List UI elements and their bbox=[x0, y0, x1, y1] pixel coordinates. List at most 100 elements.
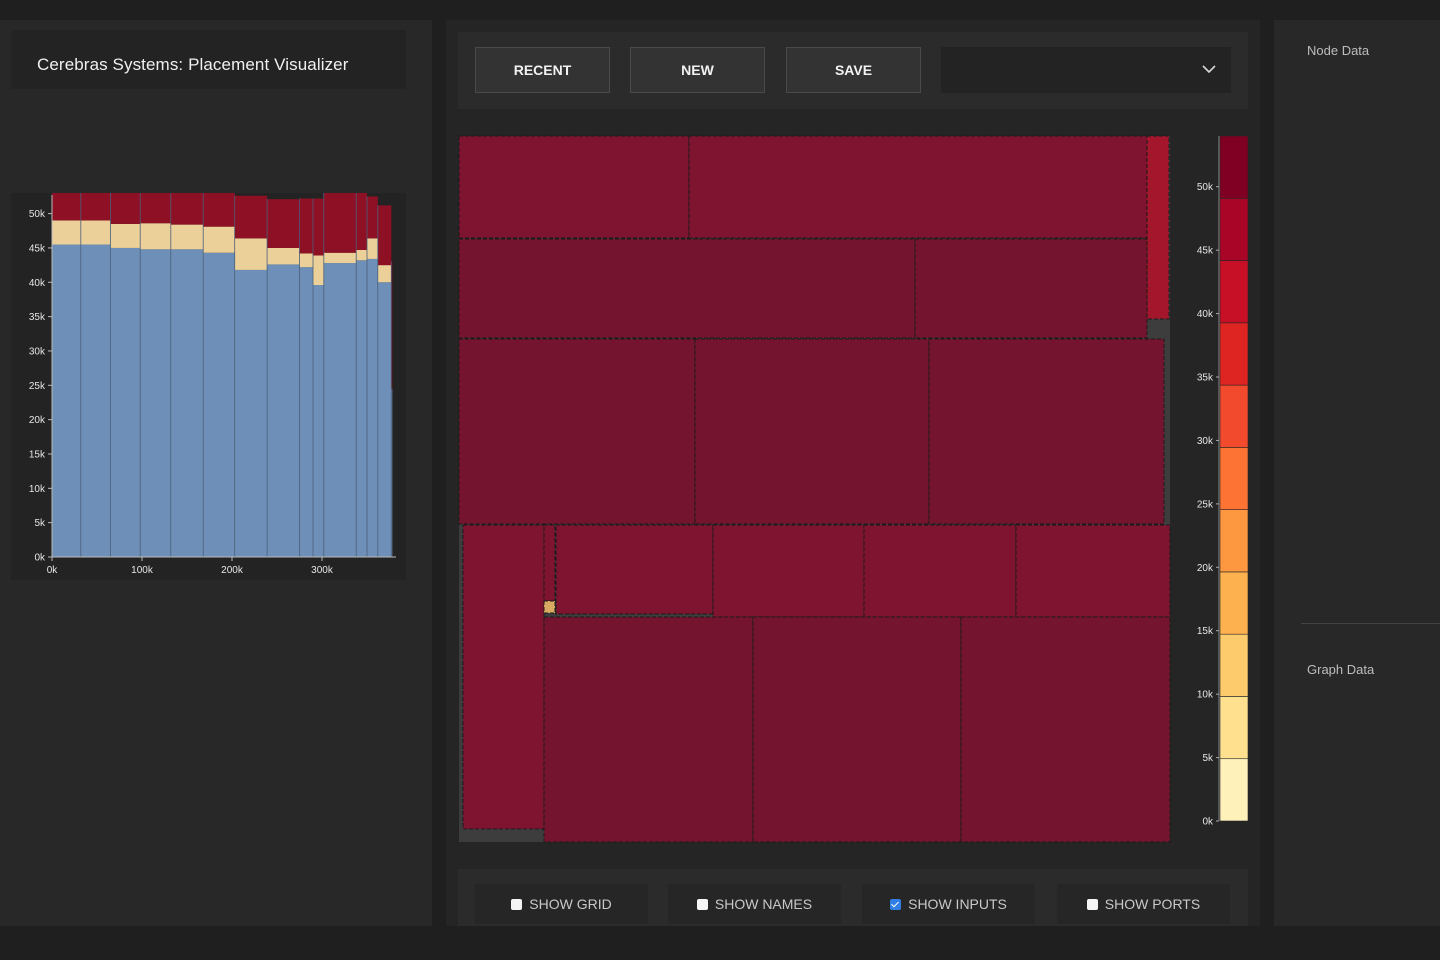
placement-node[interactable] bbox=[544, 525, 555, 601]
placement-node[interactable] bbox=[713, 525, 864, 617]
hist-bar bbox=[313, 255, 324, 285]
new-button[interactable]: NEW bbox=[630, 47, 765, 93]
color-scale-tick-label: 10k bbox=[1197, 690, 1214, 701]
placement-node[interactable] bbox=[463, 525, 544, 829]
hist-bar bbox=[52, 193, 81, 220]
hist-bar bbox=[140, 249, 171, 557]
hist-bar bbox=[203, 227, 235, 253]
hist-bar bbox=[235, 270, 267, 557]
right-panel: Node Data Graph Data bbox=[1274, 20, 1440, 926]
color-scale-bin bbox=[1220, 634, 1248, 696]
color-scale-bin bbox=[1220, 323, 1248, 385]
color-scale-tick-label: 50k bbox=[1197, 182, 1214, 193]
color-scale-bin bbox=[1220, 759, 1248, 821]
hist-bar bbox=[356, 260, 367, 557]
hist-bar bbox=[267, 264, 299, 557]
hist-bar bbox=[203, 193, 235, 227]
color-scale-bin bbox=[1220, 572, 1248, 634]
chevron-down-icon bbox=[1201, 61, 1217, 77]
node-data-title: Node Data bbox=[1307, 43, 1369, 58]
hist-bar bbox=[356, 250, 367, 260]
color-scale-bin bbox=[1220, 510, 1248, 572]
color-scale-bin bbox=[1220, 385, 1248, 447]
color-scale-bin bbox=[1220, 261, 1248, 323]
show-inputs-checkbox[interactable] bbox=[890, 899, 901, 910]
placement-node[interactable] bbox=[544, 601, 555, 613]
center-panel: 0k5k10k15k20k25k30k35k40k45k50k RECENT N… bbox=[446, 20, 1260, 926]
x-tick-label: 100k bbox=[131, 565, 154, 576]
placement-node[interactable] bbox=[1147, 136, 1169, 319]
hist-bar bbox=[356, 193, 367, 250]
color-scale-tick-label: 40k bbox=[1197, 309, 1214, 320]
color-scale-bin bbox=[1220, 696, 1248, 758]
color-scale-tick-label: 0k bbox=[1202, 817, 1214, 828]
color-scale-tick-label: 35k bbox=[1197, 373, 1214, 384]
show-ports-checkbox[interactable] bbox=[1087, 899, 1098, 910]
placement-node[interactable] bbox=[544, 617, 753, 842]
x-tick-label: 200k bbox=[221, 565, 244, 576]
show-grid-checkbox[interactable] bbox=[511, 899, 522, 910]
x-tick-label: 0k bbox=[47, 565, 59, 576]
hist-bar bbox=[378, 282, 392, 557]
hist-bar bbox=[300, 253, 314, 267]
save-button[interactable]: SAVE bbox=[786, 47, 921, 93]
hist-bar bbox=[171, 193, 203, 225]
placement-node[interactable] bbox=[864, 525, 1016, 617]
placement-svg: 0k5k10k15k20k25k30k35k40k45k50k bbox=[446, 20, 1260, 926]
show-names-toggle[interactable]: SHOW NAMES bbox=[668, 884, 841, 924]
placement-view: 0k5k10k15k20k25k30k35k40k45k50k bbox=[446, 20, 1260, 926]
placement-node[interactable] bbox=[459, 239, 915, 338]
y-tick-label: 0k bbox=[34, 553, 46, 564]
hist-bar bbox=[140, 223, 171, 249]
placement-node[interactable] bbox=[556, 525, 713, 614]
placement-node[interactable] bbox=[1016, 525, 1170, 617]
placement-node[interactable] bbox=[753, 617, 961, 842]
y-tick-label: 15k bbox=[29, 449, 46, 460]
hist-bar bbox=[140, 193, 171, 223]
x-tick-label: 300k bbox=[311, 565, 334, 576]
hist-bar bbox=[267, 199, 299, 248]
recent-button[interactable]: RECENT bbox=[475, 47, 610, 93]
placement-node[interactable] bbox=[915, 239, 1147, 338]
color-scale-tick-label: 20k bbox=[1197, 563, 1214, 574]
y-tick-label: 10k bbox=[29, 484, 46, 495]
show-ports-toggle[interactable]: SHOW PORTS bbox=[1057, 884, 1230, 924]
placement-node[interactable] bbox=[459, 339, 695, 524]
hist-bar bbox=[378, 205, 392, 265]
color-scale-tick-label: 30k bbox=[1197, 436, 1214, 447]
show-names-checkbox[interactable] bbox=[697, 899, 708, 910]
hist-bar bbox=[81, 220, 111, 244]
color-scale-bin bbox=[1220, 447, 1248, 509]
hist-bar bbox=[52, 220, 81, 244]
placement-node[interactable] bbox=[695, 339, 929, 524]
show-inputs-toggle[interactable]: SHOW INPUTS bbox=[862, 884, 1035, 924]
color-scale-tick-label: 45k bbox=[1197, 246, 1214, 257]
histogram-chart: 0k5k10k15k20k25k30k35k40k45k50k0k100k200… bbox=[11, 193, 406, 580]
graph-data-title: Graph Data bbox=[1307, 662, 1374, 677]
hist-bar bbox=[81, 245, 111, 557]
hist-bar bbox=[313, 198, 324, 255]
title-box: Cerebras Systems: Placement Visualizer bbox=[11, 30, 406, 89]
hist-bar bbox=[171, 225, 203, 250]
placement-node[interactable] bbox=[459, 136, 689, 238]
hist-bar bbox=[235, 238, 267, 270]
hist-bar bbox=[324, 253, 356, 263]
y-tick-label: 40k bbox=[29, 278, 46, 289]
hist-bar bbox=[111, 248, 141, 557]
hist-bar bbox=[81, 193, 111, 220]
show-ports-label: SHOW PORTS bbox=[1105, 896, 1200, 912]
hist-bar bbox=[203, 253, 235, 557]
hist-bar bbox=[324, 263, 356, 557]
show-grid-label: SHOW GRID bbox=[529, 896, 611, 912]
placement-node[interactable] bbox=[929, 339, 1164, 524]
placement-node[interactable] bbox=[961, 617, 1170, 842]
file-select-dropdown[interactable] bbox=[941, 47, 1231, 93]
hist-bar bbox=[267, 248, 299, 264]
hist-bar bbox=[313, 285, 324, 557]
hist-bar bbox=[300, 267, 314, 557]
hist-bar bbox=[111, 193, 141, 224]
show-grid-toggle[interactable]: SHOW GRID bbox=[475, 884, 648, 924]
color-scale-bin bbox=[1220, 198, 1248, 260]
show-inputs-label: SHOW INPUTS bbox=[908, 896, 1007, 912]
placement-node[interactable] bbox=[689, 136, 1147, 238]
